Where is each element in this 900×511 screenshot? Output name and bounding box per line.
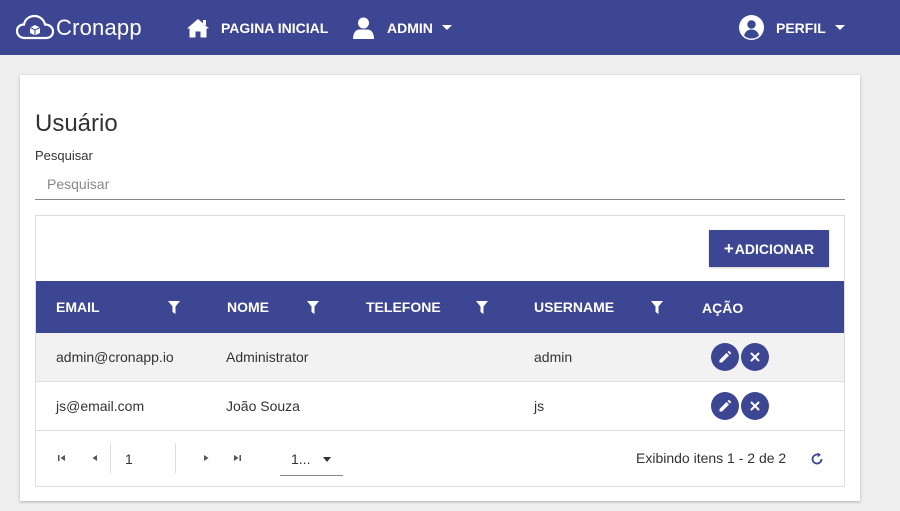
user-circle-icon <box>739 15 764 40</box>
page-title: Usuário <box>35 110 118 137</box>
column-label: USERNAME <box>534 299 615 315</box>
filter-icon[interactable] <box>168 301 180 314</box>
page-size-value: 1... <box>291 451 311 467</box>
next-page-icon[interactable] <box>201 453 211 463</box>
pager-info: Exibindo itens 1 - 2 de 2 <box>636 450 787 466</box>
first-page-icon[interactable] <box>57 453 67 463</box>
pager: 1 1... Exibindo itens 1 - 2 de 2 <box>36 432 844 487</box>
nav-admin-label: ADMIN <box>387 19 433 36</box>
column-header-nome[interactable]: NOME <box>227 281 269 333</box>
plus-icon: + <box>723 239 734 258</box>
cell-nome: João Souza <box>226 398 300 414</box>
column-header-acao: AÇÃO <box>702 282 743 334</box>
page-size-select[interactable]: 1... <box>280 442 343 476</box>
filter-icon[interactable] <box>307 301 319 314</box>
nav-home[interactable]: PAGINA INICIAL <box>186 0 328 55</box>
add-button[interactable]: + ADICIONAR <box>709 230 829 267</box>
delete-button[interactable] <box>741 392 769 420</box>
last-page-icon[interactable] <box>232 453 242 463</box>
delete-button[interactable] <box>741 343 769 371</box>
cell-username: js <box>534 398 545 414</box>
column-label: NOME <box>227 299 269 315</box>
column-header-telefone[interactable]: TELEFONE <box>366 281 441 333</box>
chevron-down-icon <box>323 457 331 462</box>
cloud-logo-icon <box>16 14 54 40</box>
prev-page-icon[interactable] <box>90 453 100 463</box>
column-header-email[interactable]: EMAIL <box>56 281 100 333</box>
users-grid: + ADICIONAR EMAIL NOME TELEFONE USERNAME… <box>35 215 845 487</box>
column-label: TELEFONE <box>366 299 441 315</box>
user-card: Usuário Pesquisar + ADICIONAR EMAIL NOME… <box>20 75 860 501</box>
close-icon <box>750 401 760 411</box>
cell-nome: Administrator <box>226 349 309 365</box>
home-icon <box>187 18 209 37</box>
close-icon <box>750 352 760 362</box>
search-label: Pesquisar <box>35 148 93 163</box>
edit-icon <box>719 351 731 363</box>
pager-divider <box>110 443 111 473</box>
column-header-username[interactable]: USERNAME <box>534 281 614 333</box>
column-label: EMAIL <box>56 299 100 315</box>
nav-admin-dropdown[interactable]: ADMIN <box>353 0 452 55</box>
brand-name: Cronapp <box>56 15 142 40</box>
search-input[interactable] <box>35 169 845 200</box>
filter-icon[interactable] <box>476 301 488 314</box>
add-button-label: ADICIONAR <box>734 240 815 257</box>
cell-email: js@email.com <box>56 398 145 414</box>
table-header: EMAIL NOME TELEFONE USERNAME AÇÃO <box>36 281 844 333</box>
brand-logo[interactable]: Cronapp <box>16 14 142 42</box>
filter-icon[interactable] <box>651 301 663 314</box>
user-icon <box>353 17 374 39</box>
table-row[interactable]: admin@cronapp.io Administrator admin <box>36 333 844 382</box>
refresh-icon[interactable] <box>810 452 824 466</box>
chevron-down-icon <box>834 25 845 30</box>
nav-home-label: PAGINA INICIAL <box>221 19 329 36</box>
table-row[interactable]: js@email.com João Souza js <box>36 382 844 431</box>
nav-perfil-label: PERFIL <box>776 19 826 36</box>
edit-button[interactable] <box>711 392 739 420</box>
chevron-down-icon <box>441 25 452 30</box>
edit-button[interactable] <box>711 343 739 371</box>
cell-email: admin@cronapp.io <box>56 349 174 365</box>
current-page[interactable]: 1 <box>125 451 133 467</box>
pager-divider <box>175 443 176 473</box>
top-navbar: Cronapp PAGINA INICIAL ADMIN PERFIL <box>0 0 900 55</box>
column-label: AÇÃO <box>702 300 744 316</box>
cell-username: admin <box>534 349 573 365</box>
nav-perfil-dropdown[interactable]: PERFIL <box>739 0 845 55</box>
edit-icon <box>719 400 731 412</box>
